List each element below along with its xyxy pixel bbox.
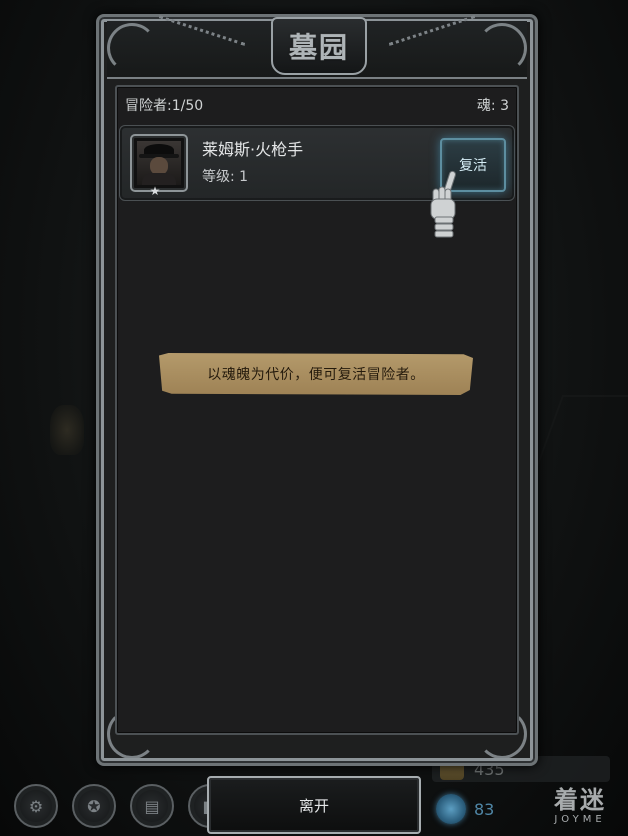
hint-text: 以魂魄为代价，便可复活冒险者。 (207, 367, 425, 383)
pointing-hand-icon (430, 170, 456, 238)
panel-title: 墓园 (288, 31, 349, 64)
stat-row: 冒险者:1/50 魂: 3 (125, 95, 509, 115)
gem-amount: 83 (474, 800, 495, 819)
hint-banner: 以魂魄为代价，便可复活冒险者。 (159, 353, 473, 395)
adventurer-level: 等级: 1 (202, 169, 249, 185)
graveyard-panel: 墓园 冒险者:1/50 魂: 3 ★ 莱姆斯·火枪手 等级: 1 复活 以魂魄为… (96, 14, 538, 766)
star-icon: ✪ (87, 796, 101, 816)
gear-icon: ⚙ (28, 796, 44, 816)
adventurer-name: 莱姆斯·火枪手 (202, 140, 304, 159)
souls-count: 魂: 3 (476, 98, 509, 114)
watermark-sub: JOYME (554, 814, 606, 825)
book-icon: ▤ (144, 796, 160, 816)
leave-button[interactable]: 离开 (207, 776, 421, 834)
star-menu-button[interactable]: ✪ (72, 784, 116, 828)
gem-icon (436, 794, 466, 824)
gear-menu-button[interactable]: ⚙ (14, 784, 58, 828)
star-icon: ★ (149, 184, 161, 198)
musketeer-portrait-icon (137, 141, 181, 185)
frame-ornament-icon (107, 23, 157, 73)
frame-ornament-icon (477, 23, 527, 73)
background-lantern (50, 405, 84, 455)
game-screen: ⚙ ✪ ▤ ◧ 435 83 着迷 JOYME 墓园 冒险者:1/50 魂: 3 (0, 0, 628, 836)
watermark-logo: 着迷 JOYME (538, 786, 622, 830)
book-menu-button[interactable]: ▤ (130, 784, 174, 828)
adventurer-count: 冒险者:1/50 (125, 98, 204, 114)
title-plate: 墓园 (271, 17, 367, 75)
watermark-main: 着迷 (554, 786, 606, 814)
